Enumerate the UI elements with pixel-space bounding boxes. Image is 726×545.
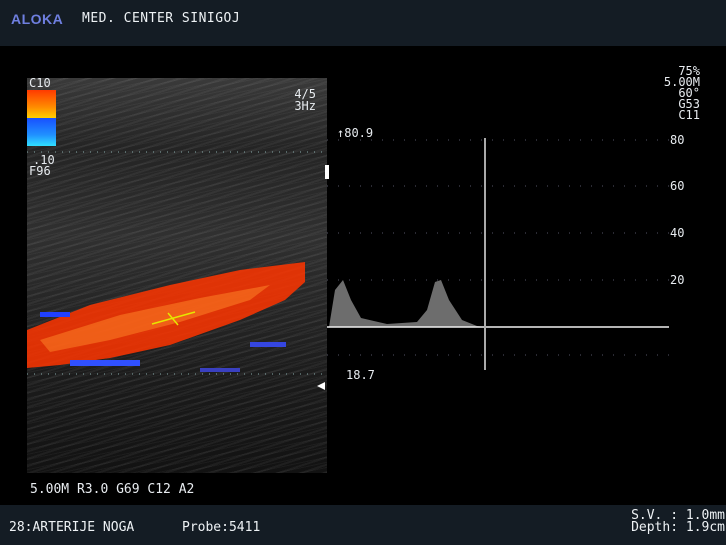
color-scale-bar — [27, 90, 56, 146]
doppler-min-velocity: 18.7 — [346, 368, 375, 382]
param-contrast: C11 — [678, 108, 700, 122]
doppler-max-velocity: ↑80.9 — [337, 126, 374, 140]
status-bar: 28:ARTERIJE NOGA Probe:5411 S.V. : 1.0mm… — [0, 505, 726, 545]
scale-label-20: 20 — [670, 273, 685, 287]
venous-flow — [200, 368, 240, 372]
prf-rate: 3Hz — [294, 99, 316, 113]
color-map-top: C10 — [29, 76, 51, 90]
venous-flow — [70, 360, 140, 366]
b-mode-params: 5.00M R3.0 G69 C12 A2 — [30, 482, 195, 497]
exam-name: 28:ARTERIJE NOGA — [9, 520, 135, 535]
venous-flow — [40, 312, 70, 317]
doppler-spectrum — [327, 138, 672, 370]
spectral-waveform — [329, 280, 485, 327]
depth: Depth: 1.9cm — [631, 520, 725, 535]
scale-label-60: 60 — [670, 179, 685, 193]
focus-marker-icon — [317, 382, 325, 390]
color-filter: F96 — [29, 164, 51, 178]
scale-label-40: 40 — [670, 226, 685, 240]
probe-id: Probe:5411 — [182, 520, 261, 535]
scale-label-80: 80 — [670, 133, 685, 147]
venous-flow — [250, 342, 286, 347]
